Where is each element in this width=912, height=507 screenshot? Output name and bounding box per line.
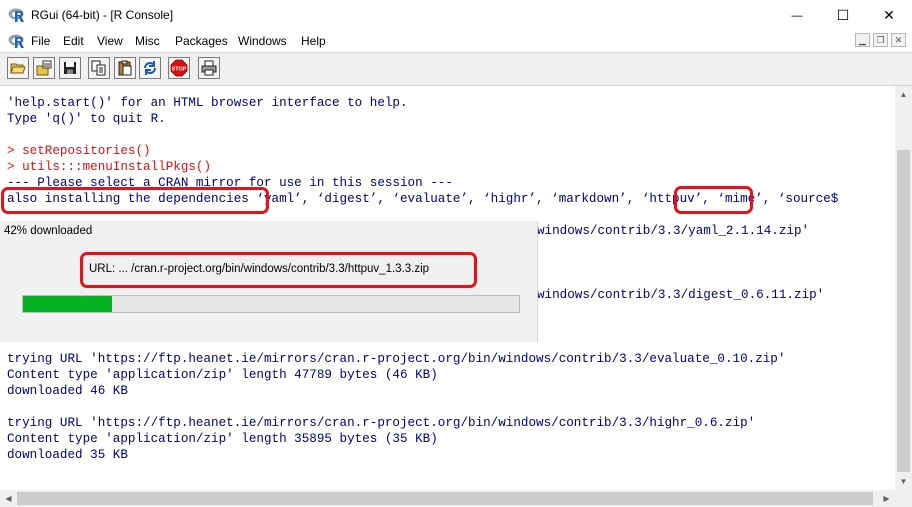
console-line: trying URL 'https://ftp.heanet.ie/mirror… <box>7 352 786 366</box>
mdi-minimize-icon: ▁ <box>859 34 866 45</box>
menu-view[interactable]: View <box>97 34 123 48</box>
menu-help[interactable]: Help <box>301 34 326 48</box>
toolbar: STOP <box>0 52 912 86</box>
paste-icon <box>118 60 132 76</box>
open-script-button[interactable] <box>7 57 29 79</box>
mdi-minimize-button[interactable]: ▁ <box>855 33 870 47</box>
mdi-restore-icon: ❐ <box>876 34 885 45</box>
mdi-close-icon: ✕ <box>894 34 903 45</box>
vertical-scroll-thumb[interactable] <box>897 150 910 472</box>
minimize-icon: — <box>791 9 803 22</box>
download-url: URL: ... /cran.r-project.org/bin/windows… <box>89 263 430 275</box>
menu-windows[interactable]: Windows <box>238 34 287 48</box>
console-line: Type 'q()' to quit R. <box>7 112 166 126</box>
download-progress-dialog: 42% downloaded URL: ... /cran.r-project.… <box>0 221 538 342</box>
mdi-close-button[interactable]: ✕ <box>891 33 906 47</box>
minimize-button[interactable]: — <box>774 0 820 31</box>
load-workspace-icon <box>36 60 52 76</box>
scroll-down-icon[interactable]: ▼ <box>895 473 912 490</box>
maximize-button[interactable]: ☐ <box>820 0 866 31</box>
console-line: downloaded 46 KB <box>7 384 128 398</box>
console-line: 'help.start()' for an HTML browser inter… <box>7 96 408 110</box>
console-line-dependencies: also installing the dependencies ‘yaml’,… <box>7 192 839 206</box>
horizontal-scroll-thumb[interactable] <box>17 492 873 505</box>
console-line: trying URL 'https://ftp.heanet.ie/mirror… <box>7 416 756 430</box>
load-workspace-button[interactable] <box>33 57 55 79</box>
download-progress-fill <box>23 296 112 312</box>
menu-misc[interactable]: Misc <box>135 34 160 48</box>
save-workspace-button[interactable] <box>59 57 81 79</box>
console-line: windows/contrib/3.3/yaml_2.1.14.zip' <box>537 224 810 238</box>
close-icon: ✕ <box>883 7 895 23</box>
stop-button[interactable]: STOP <box>168 57 190 79</box>
console-line: Content type 'application/zip' length 47… <box>7 368 438 382</box>
r-logo-icon <box>8 8 24 22</box>
copy-paste-button[interactable] <box>139 57 161 79</box>
window-title: RGui (64-bit) - [R Console] <box>31 8 174 22</box>
title-bar: RGui (64-bit) - [R Console] — ☐ ✕ <box>0 0 912 32</box>
svg-text:STOP: STOP <box>172 67 187 73</box>
console-line: downloaded 35 KB <box>7 448 128 462</box>
stop-icon: STOP <box>170 59 188 77</box>
copy-button[interactable] <box>88 57 110 79</box>
scroll-right-icon[interactable]: ▶ <box>878 490 895 507</box>
r-console-icon <box>8 34 24 48</box>
close-button[interactable]: ✕ <box>866 0 912 31</box>
download-progress-bar <box>22 295 520 313</box>
mdi-restore-button[interactable]: ❐ <box>873 33 888 47</box>
menu-edit[interactable]: Edit <box>63 34 84 48</box>
open-script-icon <box>10 63 26 74</box>
download-percentage: 42% downloaded <box>4 225 93 237</box>
menu-packages[interactable]: Packages <box>175 34 228 48</box>
scroll-up-icon[interactable]: ▲ <box>895 86 912 103</box>
console-line: Content type 'application/zip' length 35… <box>7 432 438 446</box>
console-line: --- Please select a CRAN mirror for use … <box>7 176 453 190</box>
print-icon <box>201 60 217 76</box>
console-command: > utils:::menuInstallPkgs() <box>7 160 212 174</box>
maximize-icon: ☐ <box>836 7 850 23</box>
menu-bar: File Edit View Misc Packages Windows Hel… <box>0 31 912 51</box>
scrollbar-corner <box>895 490 912 507</box>
copy-paste-icon <box>144 61 156 75</box>
console-line: windows/contrib/3.3/digest_0.6.11.zip' <box>537 288 825 302</box>
menu-file[interactable]: File <box>31 34 50 48</box>
console-command: > setRepositories() <box>7 144 151 158</box>
copy-icon <box>91 60 106 76</box>
paste-button[interactable] <box>114 57 136 79</box>
print-button[interactable] <box>198 57 220 79</box>
scroll-left-icon[interactable]: ◀ <box>0 490 17 507</box>
save-workspace-icon <box>64 62 76 74</box>
